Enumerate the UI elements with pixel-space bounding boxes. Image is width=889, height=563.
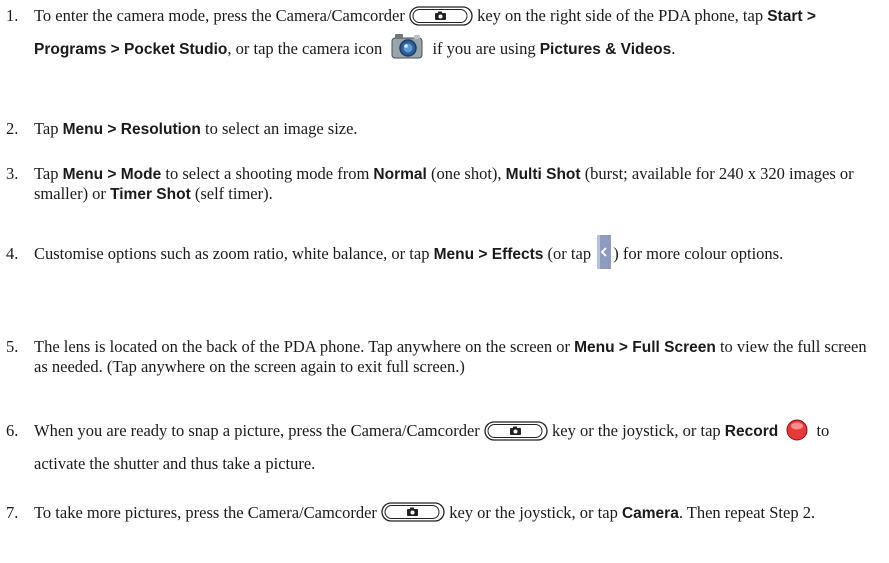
text-run xyxy=(778,421,782,440)
ui-term: Menu > Full Screen xyxy=(574,339,716,356)
step-text: To take more pictures, press the Camera/… xyxy=(34,502,882,524)
camera-key-icon xyxy=(381,502,445,522)
text-run: if you are using xyxy=(428,39,540,58)
step-text: Tap Menu > Resolution to select an image… xyxy=(34,113,882,146)
step-text: To enter the camera mode, press the Came… xyxy=(34,0,882,66)
record-icon xyxy=(786,419,808,441)
step-text: When you are ready to snap a picture, pr… xyxy=(34,415,882,480)
text-run: key on the right side of the PDA phone, … xyxy=(472,6,768,25)
instruction-page: 1. To enter the camera mode, press the C… xyxy=(0,0,889,563)
camera-key-icon xyxy=(484,420,548,441)
step-number: 4. xyxy=(6,244,19,263)
ui-term: Record xyxy=(724,423,779,440)
ui-term: Menu > Mode xyxy=(62,166,162,183)
step-number: 7. xyxy=(6,503,19,522)
text-run: . xyxy=(671,39,676,58)
step-number: 3. xyxy=(6,164,19,183)
text-run: To enter the camera mode, press the Came… xyxy=(34,6,409,25)
chevron-left-icon xyxy=(597,235,612,270)
text-run: to select a shooting mode from xyxy=(161,164,374,183)
text-run: Tap xyxy=(34,164,63,183)
step-text: The lens is located on the back of the P… xyxy=(34,337,882,376)
text-run: ) for more colour options. xyxy=(613,244,784,263)
step-number: 5. xyxy=(6,337,19,356)
step-number: 2. xyxy=(6,119,19,138)
ui-term: Menu > Resolution xyxy=(62,121,201,138)
ui-term: Menu > Effects xyxy=(433,246,544,263)
text-run: . Then repeat Step 2. xyxy=(678,503,816,522)
text-run: , or tap the camera icon xyxy=(227,39,387,58)
step-text: Customise options such as zoom ratio, wh… xyxy=(34,235,882,272)
text-run: to select an image size. xyxy=(200,119,358,138)
step-text: Tap Menu > Mode to select a shooting mod… xyxy=(34,164,882,204)
ui-term: Normal xyxy=(373,166,427,183)
ui-term: Multi Shot xyxy=(505,166,581,183)
text-run: To take more pictures, press the Camera/… xyxy=(34,503,382,522)
text-run: (one shot), xyxy=(426,164,506,183)
ui-term: Camera xyxy=(621,505,679,522)
text-run: Customise options such as zoom ratio, wh… xyxy=(34,244,434,263)
text-run: key or the joystick, or tap xyxy=(445,503,622,522)
camera-key-icon xyxy=(409,5,473,26)
text-run: key or the joystick, or tap xyxy=(547,421,725,440)
text-run: (or tap xyxy=(543,244,596,263)
step-number: 6. xyxy=(6,421,19,440)
ui-term: Timer Shot xyxy=(110,186,191,203)
text-run: (self timer). xyxy=(190,184,273,203)
ui-term: Pictures & Videos xyxy=(539,41,672,58)
camera-app-icon xyxy=(390,31,424,61)
text-run: Tap xyxy=(34,119,63,138)
text-run: The lens is located on the back of the P… xyxy=(34,337,575,356)
text-run: When you are ready to snap a picture, pr… xyxy=(34,421,484,440)
step-number: 1. xyxy=(6,6,19,25)
